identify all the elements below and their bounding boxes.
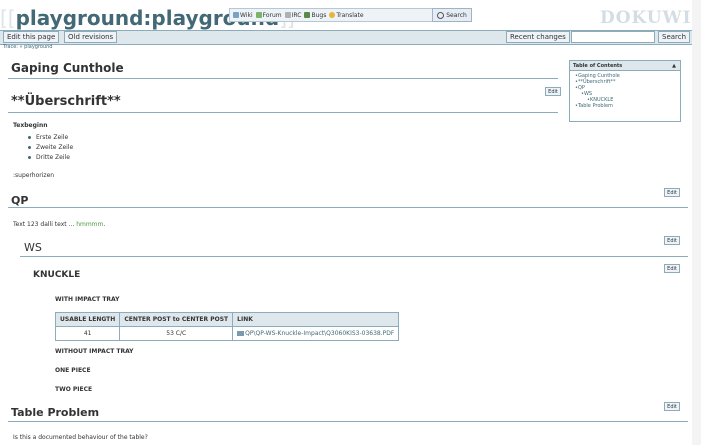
bracket-left: [[ (0, 6, 16, 30)
column-header: USABLE LENGTH (54, 312, 121, 327)
divider (8, 421, 688, 422)
list-item: Dritte Zeile (28, 154, 70, 161)
wiki-icon (233, 12, 239, 18)
list-item: Zweite Zeile (28, 144, 73, 151)
data-table: USABLE LENGTH CENTER POST to CENTER POST… (54, 312, 400, 341)
edit-section-button[interactable]: Edit (664, 264, 680, 273)
toc-list: •Gaping Cunthole •**Überschrift** •QP •W… (575, 73, 680, 109)
toolbar-forum[interactable]: Forum (255, 12, 282, 19)
toolbar-wiki[interactable]: Wiki (233, 12, 253, 19)
without-impact-tray-label: WITHOUT IMPACT TRAY (55, 348, 134, 355)
forum-icon (255, 12, 262, 18)
toolbar-translate[interactable]: Translate (329, 12, 364, 19)
with-impact-tray-label: WITH IMPACT TRAY (55, 296, 120, 303)
table-header-row: USABLE LENGTH CENTER POST to CENTER POST… (54, 312, 400, 327)
list-item: Erste Zeile (28, 134, 68, 141)
table-row: 41 53 C/C QP\QP-WS-Knuckle-Impact\Q3060K… (54, 326, 400, 341)
top-search-button[interactable]: Search (432, 8, 472, 22)
collapse-arrow-icon[interactable]: ▲ (672, 63, 676, 69)
divider (20, 256, 688, 257)
edit-section-button[interactable]: Edit (545, 87, 561, 96)
heading-ws: WS (24, 241, 42, 254)
search-input[interactable] (571, 31, 655, 43)
bullet-icon (28, 146, 31, 149)
edit-section-button[interactable]: Edit (664, 188, 680, 197)
toc-header[interactable]: Table of Contents ▲ (570, 61, 680, 71)
edit-section-button[interactable]: Edit (664, 236, 680, 245)
one-piece-label: ONE PIECE (55, 367, 91, 374)
texbeginn-label: Texbeginn (13, 122, 48, 129)
file-link-icon (237, 331, 245, 336)
scrollbar[interactable] (692, 0, 701, 445)
toolbar-irc[interactable]: IRC (284, 12, 301, 19)
dokuwiki-logo[interactable]: DOKUWIKI (600, 8, 701, 28)
edit-page-button[interactable]: Edit this page (3, 31, 60, 43)
heading-ueberschrift: **Überschrift** (11, 94, 121, 109)
old-revisions-button[interactable]: Old revisions (64, 31, 118, 43)
recent-changes-button[interactable]: Recent changes (506, 31, 570, 43)
irc-icon (284, 12, 291, 18)
bullet-icon (28, 156, 31, 159)
heading-gaping: Gaping Cunthole (11, 61, 124, 75)
external-links-toolbar: Wiki Forum IRC Bugs Translate (229, 8, 446, 22)
bullet-icon (28, 136, 31, 139)
bug-icon (304, 12, 311, 18)
hmmmm-link[interactable]: hmmmm (76, 221, 103, 228)
table-problem-text: Is this a documented behaviour of the ta… (13, 434, 148, 441)
divider (8, 207, 688, 208)
superhorizen-text: :superhorizen (13, 172, 55, 179)
search-icon (437, 11, 445, 19)
qp-paragraph: Text 123 dalli text ... hmmmm. (13, 221, 106, 228)
edit-section-button[interactable]: Edit (664, 402, 680, 411)
divider (8, 112, 558, 113)
table-of-contents: Table of Contents ▲ •Gaping Cunthole •**… (569, 60, 681, 122)
heading-table-problem: Table Problem (11, 406, 100, 419)
search-button[interactable]: Search (658, 31, 691, 43)
heading-knuckle: KNUCKLE (33, 270, 81, 280)
table-cell: 53 C/C (119, 326, 234, 341)
breadcrumb: Trace: » playground (3, 44, 53, 50)
heading-qp: QP (11, 194, 29, 207)
column-header: CENTER POST to CENTER POST (119, 312, 234, 327)
toc-item[interactable]: •Table Problem (575, 103, 680, 109)
two-piece-label: TWO PIECE (55, 386, 93, 393)
divider (8, 78, 558, 79)
table-cell: 41 (54, 326, 121, 341)
table-cell-link[interactable]: QP\QP-WS-Knuckle-Impact\Q3060KIS3-03638.… (232, 326, 400, 341)
toolbar-bugs[interactable]: Bugs (304, 12, 326, 19)
column-header: LINK (232, 312, 400, 327)
translate-icon (329, 12, 336, 18)
